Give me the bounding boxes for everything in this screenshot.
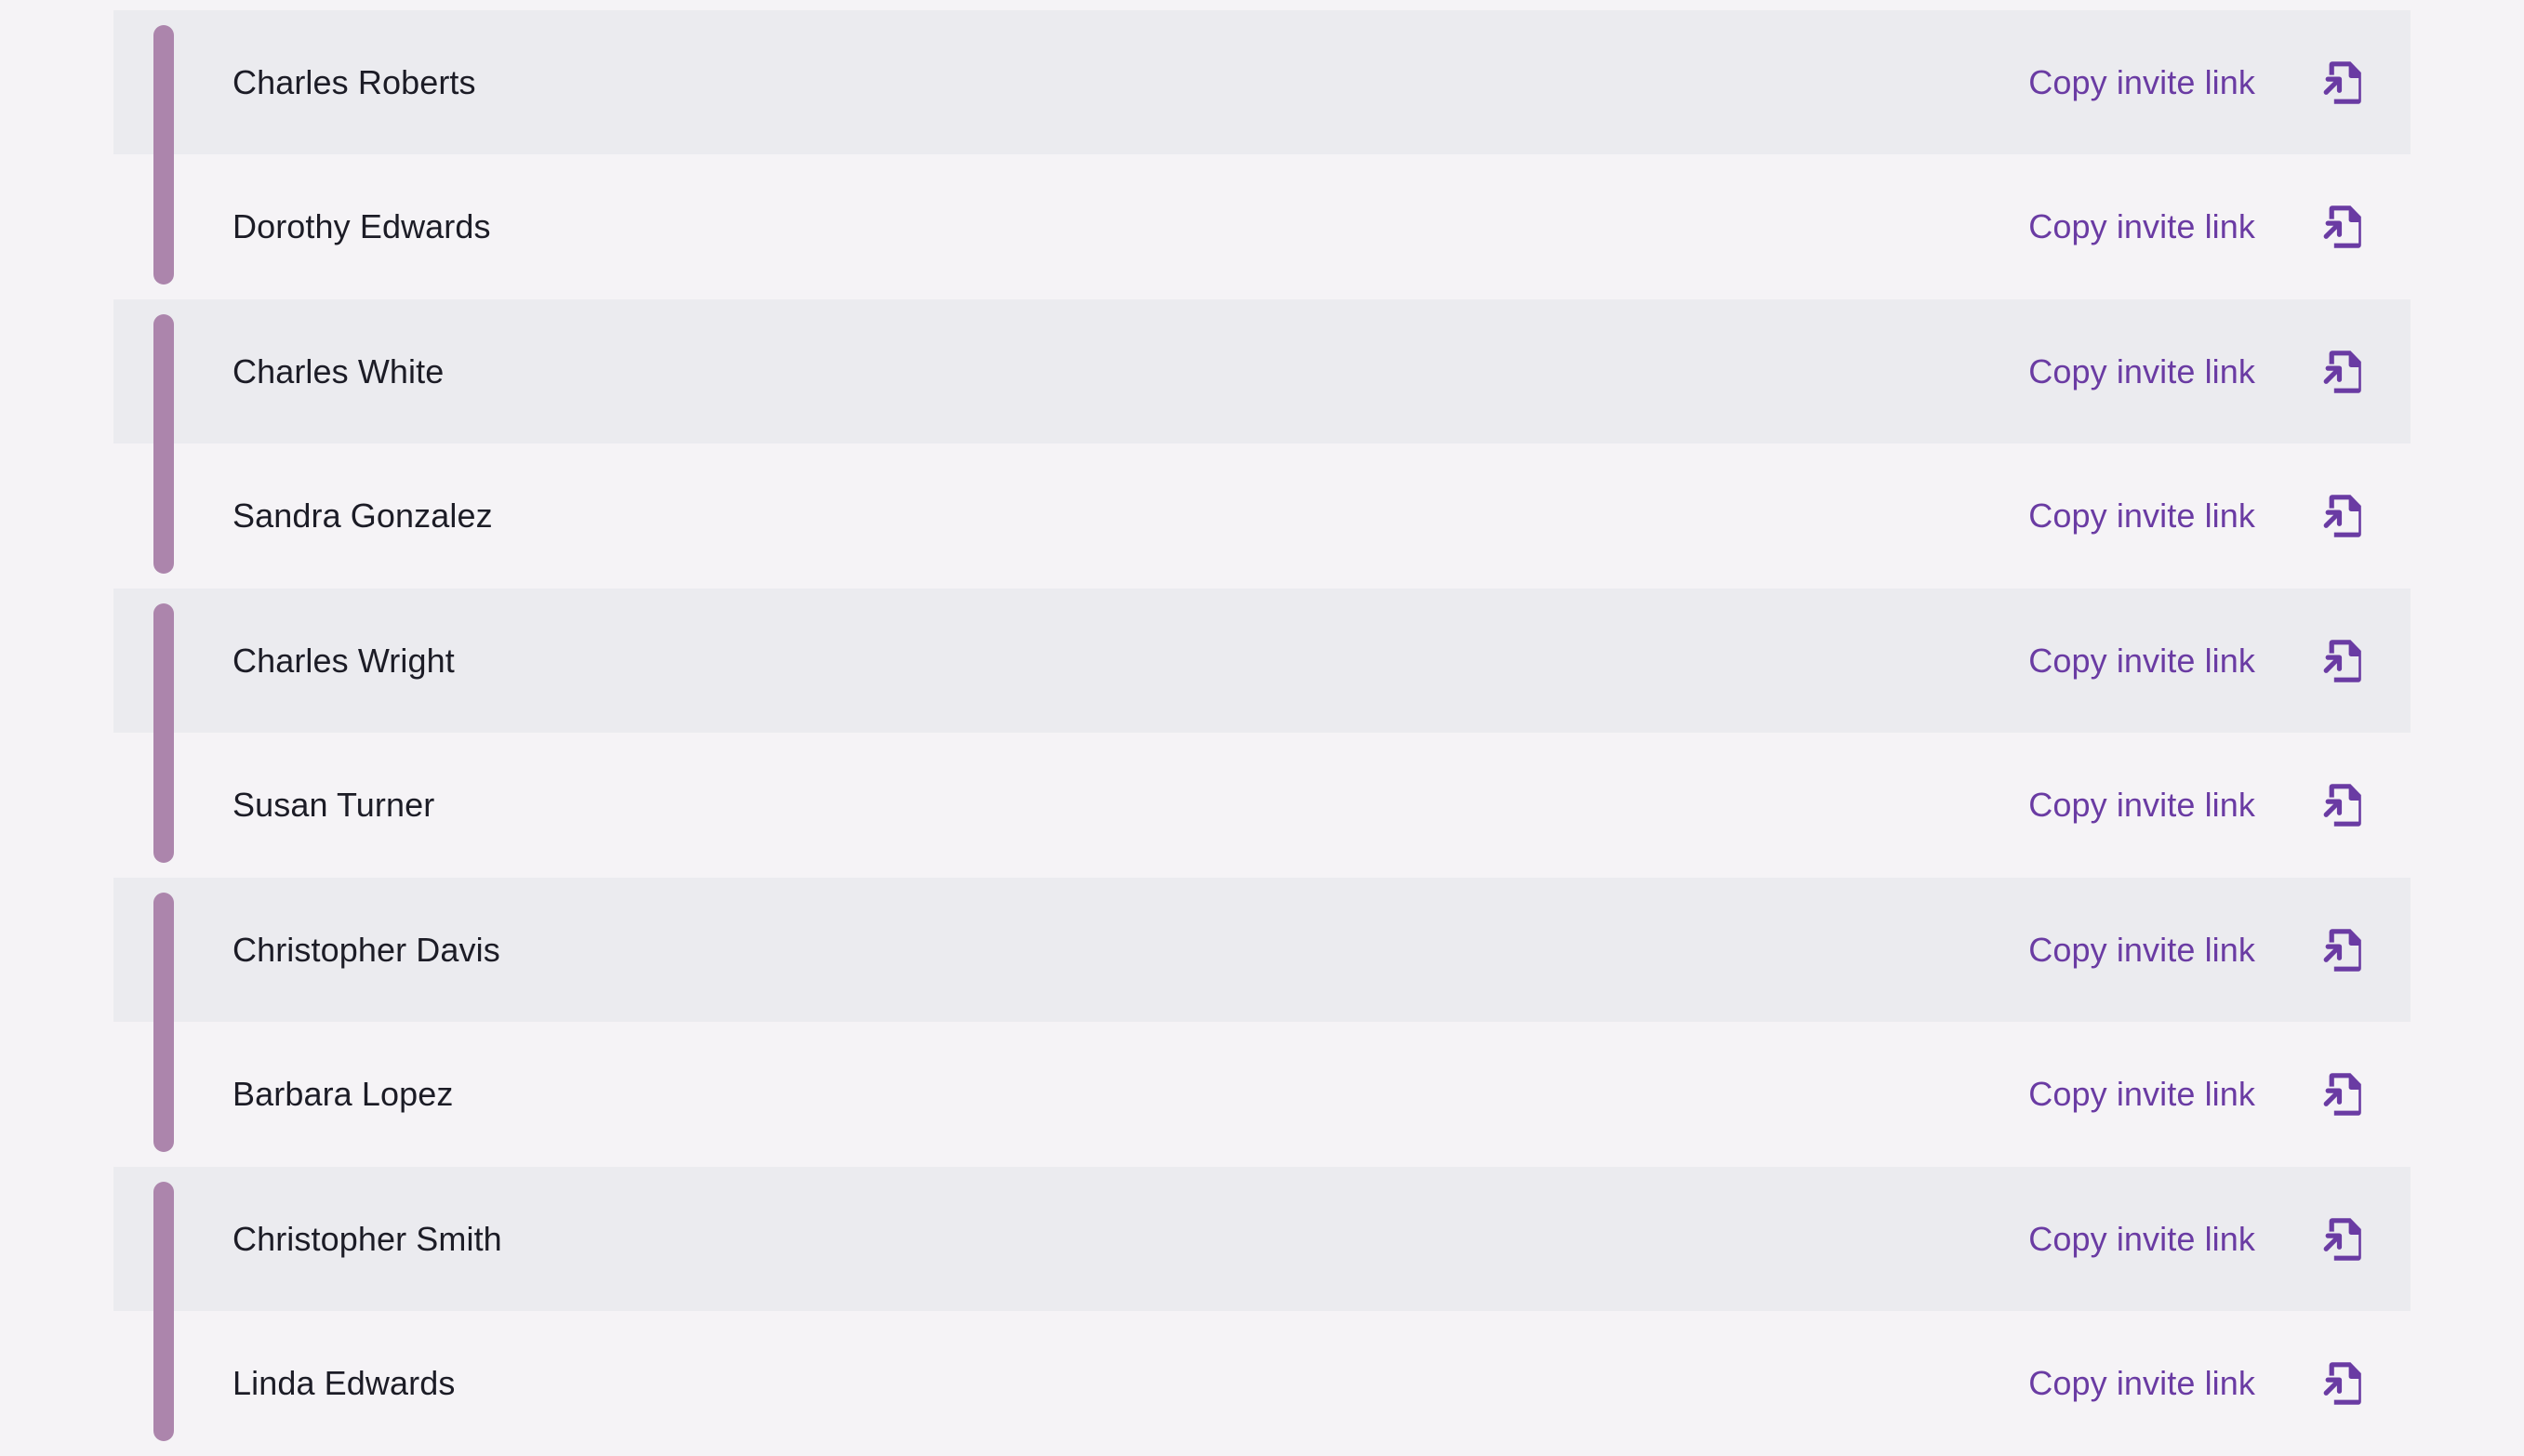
copy-invite-link-label: Copy invite link — [2028, 496, 2255, 535]
invite-row-name: Sandra Gonzalez — [232, 496, 493, 535]
group-bar-marker — [153, 893, 174, 1152]
copy-invite-link-label: Copy invite link — [2028, 1219, 2255, 1258]
document-arrow-out-icon[interactable] — [2322, 492, 2367, 540]
copy-invite-link-button[interactable]: Copy invite link — [2028, 348, 2367, 396]
document-arrow-out-icon[interactable] — [2322, 1070, 2367, 1118]
invite-row-name: Dorothy Edwards — [232, 207, 491, 245]
copy-invite-link-button[interactable]: Copy invite link — [2028, 492, 2367, 540]
invite-row: Barbara Lopez Copy invite link — [113, 1023, 2411, 1167]
copy-invite-link-label: Copy invite link — [2028, 1075, 2255, 1113]
invite-row-name: Charles Roberts — [232, 62, 476, 101]
invite-row: Charles White Copy invite link — [113, 299, 2411, 443]
invite-row: Susan Turner Copy invite link — [113, 734, 2411, 878]
copy-invite-link-button[interactable]: Copy invite link — [2028, 203, 2367, 251]
copy-invite-link-button[interactable]: Copy invite link — [2028, 1215, 2367, 1264]
copy-invite-link-button[interactable]: Copy invite link — [2028, 781, 2367, 829]
invite-row-name: Susan Turner — [232, 786, 435, 824]
copy-invite-link-button[interactable]: Copy invite link — [2028, 1070, 2367, 1118]
invite-row: Dorothy Edwards Copy invite link — [113, 155, 2411, 299]
document-arrow-out-icon[interactable] — [2322, 59, 2367, 107]
invite-row-name: Barbara Lopez — [232, 1075, 454, 1113]
copy-invite-link-label: Copy invite link — [2028, 62, 2255, 101]
copy-invite-link-button[interactable]: Copy invite link — [2028, 1359, 2367, 1408]
invite-row: Charles Roberts Copy invite link — [113, 10, 2411, 154]
invite-row: Christopher Smith Copy invite link — [113, 1167, 2411, 1311]
invite-row-name: Charles Wright — [232, 641, 455, 680]
invite-row-name: Linda Edwards — [232, 1364, 456, 1402]
invite-row: Charles Wright Copy invite link — [113, 589, 2411, 733]
copy-invite-link-label: Copy invite link — [2028, 786, 2255, 824]
invite-row: Linda Edwards Copy invite link — [113, 1312, 2411, 1456]
copy-invite-link-label: Copy invite link — [2028, 351, 2255, 390]
invite-row-name: Charles White — [232, 351, 445, 390]
document-arrow-out-icon[interactable] — [2322, 348, 2367, 396]
copy-invite-link-label: Copy invite link — [2028, 641, 2255, 680]
document-arrow-out-icon[interactable] — [2322, 1359, 2367, 1408]
copy-invite-link-button[interactable]: Copy invite link — [2028, 637, 2367, 685]
invite-row: Sandra Gonzalez Copy invite link — [113, 444, 2411, 589]
document-arrow-out-icon[interactable] — [2322, 637, 2367, 685]
copy-invite-link-label: Copy invite link — [2028, 1364, 2255, 1402]
invite-row-name: Christopher Davis — [232, 930, 500, 969]
copy-invite-link-label: Copy invite link — [2028, 930, 2255, 969]
copy-invite-link-label: Copy invite link — [2028, 207, 2255, 245]
document-arrow-out-icon[interactable] — [2322, 203, 2367, 251]
invite-row: Christopher Davis Copy invite link — [113, 878, 2411, 1022]
copy-invite-link-button[interactable]: Copy invite link — [2028, 59, 2367, 107]
document-arrow-out-icon[interactable] — [2322, 781, 2367, 829]
group-bar-marker — [153, 314, 174, 574]
copy-invite-link-button[interactable]: Copy invite link — [2028, 926, 2367, 974]
group-bar-marker — [153, 1182, 174, 1441]
invite-row-name: Christopher Smith — [232, 1219, 502, 1258]
document-arrow-out-icon[interactable] — [2322, 1215, 2367, 1264]
group-bar-marker — [153, 25, 174, 285]
document-arrow-out-icon[interactable] — [2322, 926, 2367, 974]
group-bar-marker — [153, 603, 174, 863]
invite-list: Charles Roberts Copy invite link Dorothy E… — [0, 0, 2524, 1454]
